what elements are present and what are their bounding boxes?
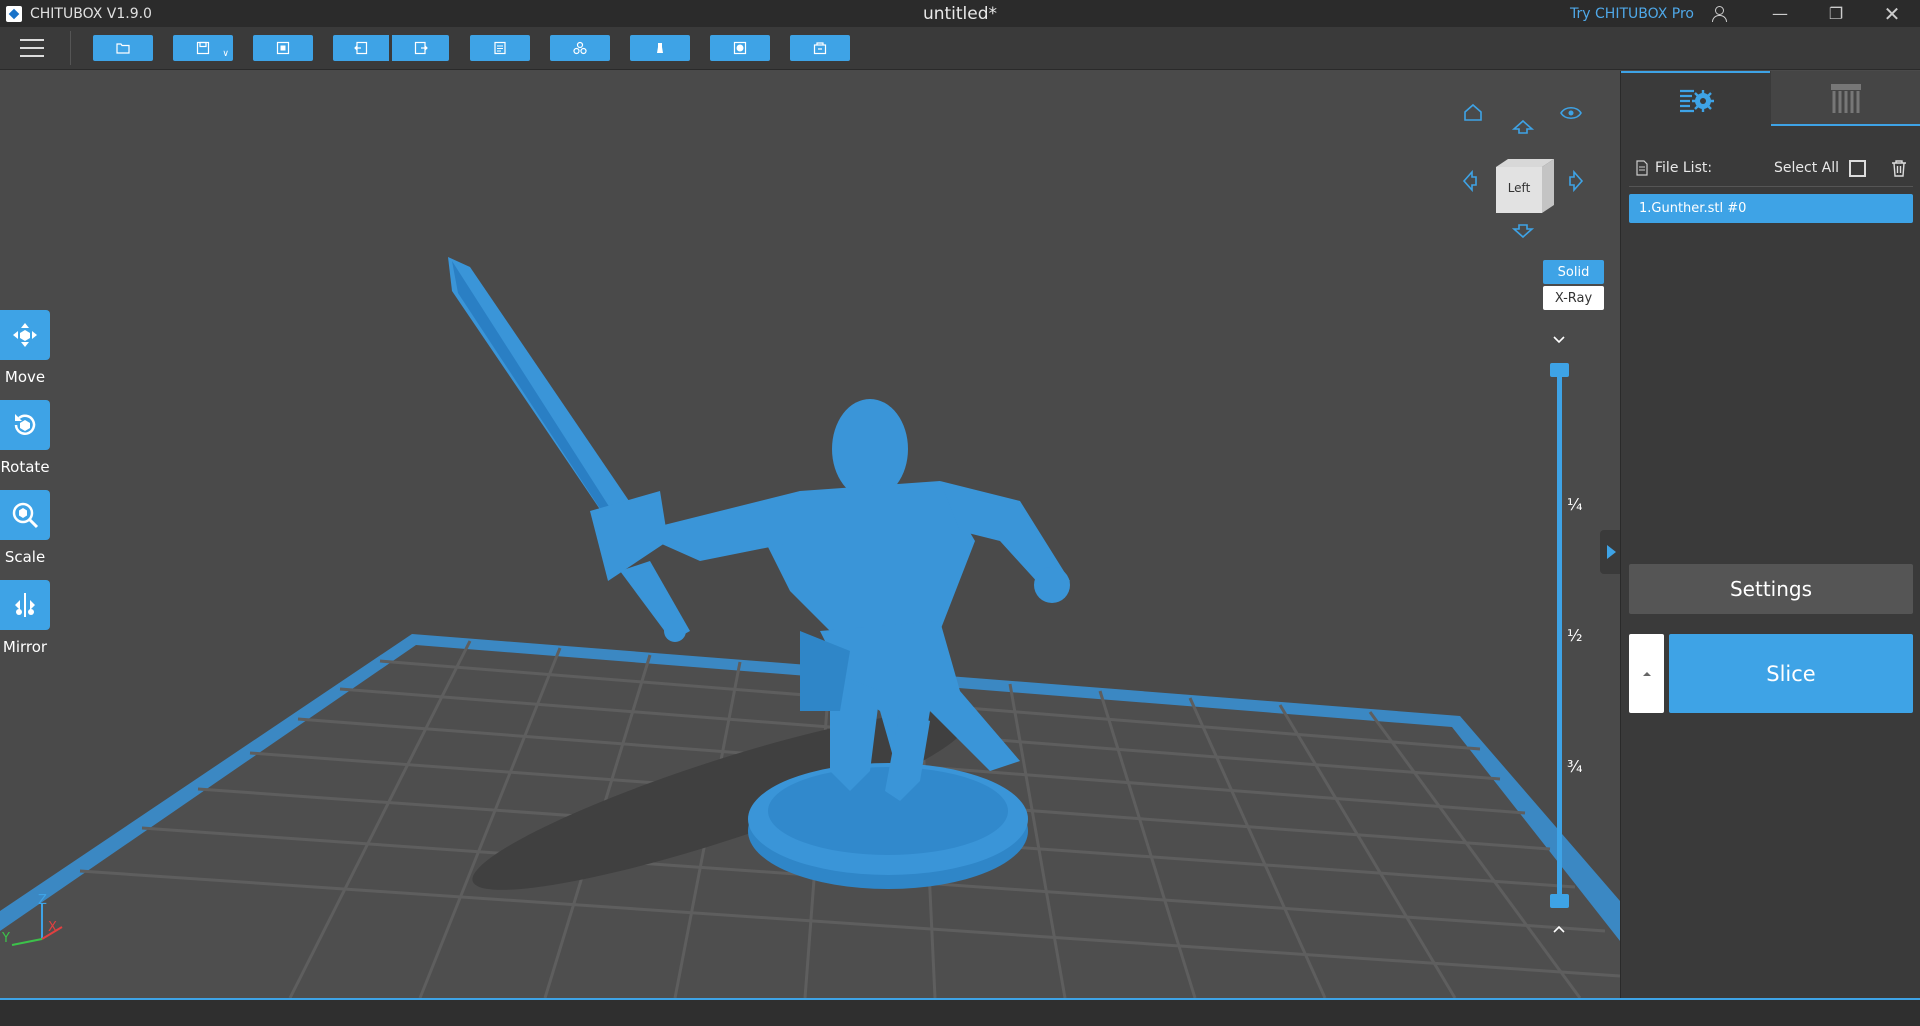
mirror-icon — [15, 593, 35, 617]
undo-icon — [354, 41, 368, 55]
move-button[interactable] — [0, 310, 50, 360]
slider-mark-quarter: ¼ — [1567, 495, 1583, 514]
home-view-icon[interactable] — [1462, 101, 1484, 123]
toolbar: ∨ — [0, 27, 1920, 70]
eye-icon[interactable] — [1560, 105, 1582, 121]
app-name: CHITUBOX V1.9.0 — [30, 5, 152, 22]
redo-icon — [414, 41, 428, 55]
hamburger-menu-icon[interactable] — [20, 39, 44, 59]
drill-icon — [813, 42, 827, 55]
support-icon — [657, 43, 663, 53]
copy-icon — [494, 41, 506, 55]
printer-icon — [1831, 83, 1861, 113]
view-right-arrow-icon[interactable] — [1568, 169, 1584, 193]
panel-collapse-button[interactable] — [1600, 530, 1622, 574]
xray-mode-button[interactable]: X-Ray — [1543, 286, 1604, 310]
redo-button[interactable] — [392, 35, 449, 61]
slider-collapse-bottom-icon[interactable] — [1552, 924, 1566, 934]
scale-tool[interactable]: Scale — [0, 490, 50, 566]
auto-layout-icon — [276, 41, 290, 55]
layer-slider-track[interactable] — [1557, 367, 1562, 899]
move-tool[interactable]: Move — [0, 310, 50, 386]
mirror-button[interactable] — [0, 580, 50, 630]
select-all-checkbox[interactable] — [1849, 159, 1866, 177]
hollow-button[interactable] — [710, 35, 770, 61]
open-file-icon — [116, 43, 130, 54]
file-list-header: File List: Select All — [1635, 157, 1907, 179]
view-left-arrow-icon[interactable] — [1462, 169, 1478, 193]
mirror-label: Mirror — [2, 638, 48, 656]
triangle-right-icon — [1607, 545, 1616, 559]
save-icon — [196, 41, 210, 55]
save-button[interactable]: ∨ — [173, 35, 233, 61]
minimize-button[interactable]: — — [1752, 0, 1808, 27]
copy-button[interactable] — [470, 35, 530, 61]
scale-button[interactable] — [0, 490, 50, 540]
close-button[interactable]: ✕ — [1864, 0, 1920, 27]
move-label: Move — [4, 368, 46, 386]
move-icon — [13, 323, 37, 347]
undo-button[interactable] — [333, 35, 389, 61]
view-cube-face-label: Left — [1507, 181, 1531, 195]
restore-button[interactable]: ❐ — [1808, 0, 1864, 27]
file-icon — [1636, 160, 1648, 176]
trash-icon[interactable] — [1891, 159, 1907, 177]
select-all-label: Select All — [1774, 160, 1839, 176]
support-button[interactable] — [630, 35, 690, 61]
slider-collapse-top-icon[interactable] — [1552, 335, 1566, 345]
rotate-icon — [14, 414, 36, 435]
settings-button[interactable]: Settings — [1629, 564, 1913, 614]
arrange-icon — [573, 41, 587, 55]
mirror-tool[interactable]: Mirror — [0, 580, 50, 656]
tab-print-settings[interactable] — [1621, 71, 1770, 126]
layer-slider-bottom-handle[interactable] — [1550, 894, 1569, 908]
rotate-label: Rotate — [0, 458, 50, 476]
axis-x-label: X — [48, 920, 57, 935]
slider-mark-three-quarter: ¾ — [1567, 757, 1583, 776]
try-pro-link[interactable]: Try CHITUBOX Pro — [1570, 6, 1694, 22]
scale-label: Scale — [4, 548, 46, 566]
chitubox-window: CHITUBOX V1.9.0 untitled* Try CHITUBOX P… — [0, 0, 1920, 1026]
scene — [0, 257, 1620, 998]
settings-list-icon — [1679, 89, 1714, 112]
rotate-button[interactable] — [0, 400, 50, 450]
auto-layout-button[interactable] — [253, 35, 313, 61]
view-down-arrow-icon[interactable] — [1511, 223, 1535, 239]
chevron-down-icon[interactable]: ∨ — [222, 49, 229, 59]
arrange-button[interactable] — [550, 35, 610, 61]
triangle-up-icon — [1642, 671, 1651, 676]
slider-mark-half: ½ — [1567, 626, 1583, 645]
right-panel: File List: Select All 1.Gunther.stl #0 S… — [1620, 71, 1920, 998]
file-list-label: File List: — [1655, 160, 1713, 176]
user-icon[interactable] — [1710, 5, 1728, 23]
file-list-item[interactable]: 1.Gunther.stl #0 — [1629, 194, 1913, 223]
open-file-button[interactable] — [93, 35, 153, 61]
axis-z-label: Z — [38, 893, 47, 908]
rotate-tool[interactable]: Rotate — [0, 400, 50, 476]
3d-viewport[interactable]: Z X Y Move Rotate Scale Mirror Left Soli… — [0, 71, 1620, 998]
view-up-arrow-icon[interactable] — [1511, 119, 1535, 135]
layer-slider-top-handle[interactable] — [1550, 363, 1569, 377]
toolbar-divider — [70, 31, 71, 65]
panel-tabs — [1621, 71, 1920, 126]
file-list-divider — [1629, 186, 1913, 187]
view-cube[interactable]: Left — [1494, 155, 1554, 215]
drill-button[interactable] — [790, 35, 850, 61]
slice-options-toggle[interactable] — [1629, 634, 1664, 713]
slice-button[interactable]: Slice — [1669, 634, 1913, 713]
app-logo-icon — [6, 5, 22, 22]
scale-icon — [12, 502, 39, 529]
hollow-icon — [733, 41, 747, 55]
axis-y-label: Y — [2, 931, 10, 946]
tab-printer[interactable] — [1771, 71, 1920, 126]
status-bar — [0, 998, 1920, 1026]
title-bar: CHITUBOX V1.9.0 untitled* Try CHITUBOX P… — [0, 0, 1920, 27]
solid-mode-button[interactable]: Solid — [1543, 260, 1604, 284]
